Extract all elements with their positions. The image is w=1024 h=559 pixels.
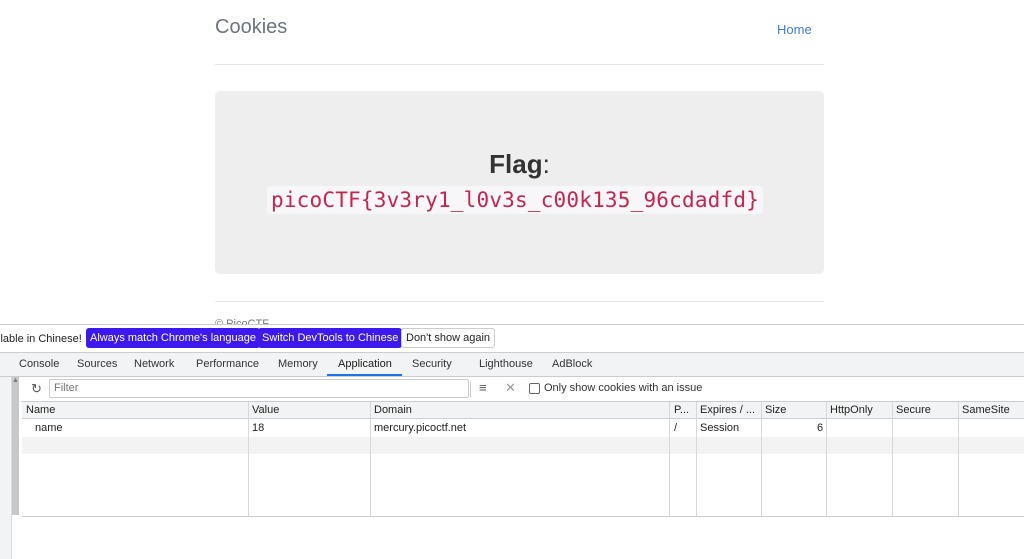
cookies-toolbar: ↻ ≡ ✕ Only show cookies with an issue: [21, 377, 1024, 402]
column-divider[interactable]: [248, 402, 249, 516]
site-title: Cookies: [215, 16, 288, 38]
scroll-up-icon[interactable]: ▲: [12, 377, 19, 384]
tab-network[interactable]: Network: [134, 358, 174, 370]
column-divider[interactable]: [761, 402, 762, 516]
filter-input[interactable]: [49, 379, 469, 398]
cookie-path: /: [674, 422, 678, 434]
infobar-message: ilable in Chinese!: [0, 333, 82, 345]
cookie-domain: mercury.picoctf.net: [374, 422, 467, 434]
cookie-expires: Session: [700, 422, 740, 434]
column-divider[interactable]: [696, 402, 697, 516]
empty-row: [22, 437, 1024, 454]
flag-value: picoCTF{3v3ry1_l0v3s_c00k135_96cdadfd}: [267, 186, 764, 214]
column-header-domain[interactable]: Domain: [374, 404, 664, 416]
cookies-table: Name Value Domain P... Expires / ... Siz…: [22, 402, 1024, 517]
sidebar-scrollbar[interactable]: [12, 377, 19, 515]
flag-label: Flag: [489, 149, 543, 179]
header-divider: [215, 64, 824, 65]
delete-icon[interactable]: ✕: [505, 380, 516, 396]
column-divider[interactable]: [958, 402, 959, 516]
tab-performance[interactable]: Performance: [196, 358, 259, 370]
tab-console[interactable]: Console: [19, 358, 59, 370]
language-infobar: ilable in Chinese! Always match Chrome's…: [0, 325, 1024, 353]
column-divider[interactable]: [669, 402, 670, 516]
column-header-path[interactable]: P...: [674, 404, 696, 416]
cookie-size: 6: [817, 422, 824, 434]
column-divider[interactable]: [370, 402, 371, 516]
tab-lighthouse[interactable]: Lighthouse: [479, 358, 533, 370]
tab-application[interactable]: Application: [338, 358, 392, 370]
column-header-value[interactable]: Value: [252, 404, 367, 416]
dont-show-again-button[interactable]: Don't show again: [401, 328, 496, 348]
cookie-value: 18: [252, 422, 265, 434]
footer-divider: [215, 301, 824, 302]
web-page: Cookies Home Flag: picoCTF{3v3ry1_l0v3s_…: [0, 0, 1024, 330]
devtools-tab-bar: Console Sources Network Performance Memo…: [0, 353, 1024, 377]
table-header: Name Value Domain P... Expires / ... Siz…: [22, 402, 1024, 419]
only-issue-label: Only show cookies with an issue: [544, 382, 703, 394]
column-header-name[interactable]: Name: [26, 404, 246, 416]
refresh-icon[interactable]: ↻: [31, 381, 42, 397]
sidebar-collapsed[interactable]: [0, 377, 12, 559]
active-tab-indicator: [327, 374, 402, 376]
flag-panel: Flag: picoCTF{3v3ry1_l0v3s_c00k135_96cda…: [215, 91, 824, 274]
column-header-expires[interactable]: Expires / ...: [700, 404, 762, 416]
match-language-button[interactable]: Always match Chrome's language: [86, 328, 260, 348]
column-header-httponly[interactable]: HttpOnly: [830, 404, 890, 416]
tab-memory[interactable]: Memory: [278, 358, 318, 370]
flag-heading: Flag:: [215, 149, 824, 180]
column-header-samesite[interactable]: SameSite: [962, 404, 1022, 416]
only-issue-checkbox[interactable]: [529, 383, 540, 394]
tab-sources[interactable]: Sources: [77, 358, 117, 370]
nav-home-link[interactable]: Home: [777, 22, 812, 37]
flag-colon: :: [542, 149, 550, 179]
devtools-panel: ilable in Chinese! Always match Chrome's…: [0, 324, 1024, 559]
column-divider[interactable]: [826, 402, 827, 516]
tab-adblock[interactable]: AdBlock: [552, 358, 592, 370]
column-divider[interactable]: [892, 402, 893, 516]
switch-chinese-button[interactable]: Switch DevTools to Chinese: [258, 328, 403, 348]
table-row[interactable]: name 18 mercury.picoctf.net / Session 6: [22, 419, 1024, 436]
column-header-secure[interactable]: Secure: [896, 404, 956, 416]
cookie-name: name: [35, 422, 63, 434]
tab-security[interactable]: Security: [412, 358, 452, 370]
clear-filter-icon[interactable]: ≡: [479, 380, 487, 395]
column-header-size[interactable]: Size: [765, 404, 823, 416]
cookie-preview-pane: [22, 517, 1024, 559]
toolbar-separator: [470, 382, 471, 397]
